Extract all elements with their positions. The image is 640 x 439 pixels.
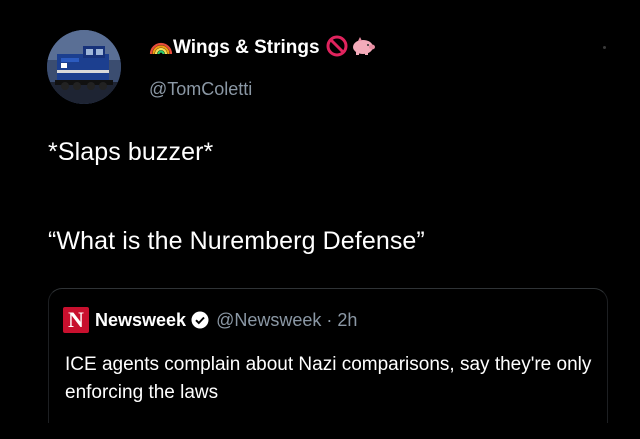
avatar[interactable] — [47, 30, 121, 104]
quoted-tweet-header: N Newsweek @Newsweek · 2h — [63, 307, 357, 333]
tweet-text-line-2: “What is the Nuremberg Defense” — [48, 227, 425, 255]
author-name-row[interactable]: Wings & Strings — [149, 34, 376, 62]
quoted-author-name[interactable]: Newsweek — [95, 310, 186, 331]
quoted-tweet-text: ICE agents complain about Nazi compariso… — [65, 354, 592, 403]
pig-icon — [350, 36, 376, 61]
verified-badge-icon — [191, 311, 209, 329]
newsweek-logo-icon: N — [63, 307, 89, 333]
author-handle[interactable]: @TomColetti — [149, 79, 252, 100]
rainbow-icon — [149, 36, 173, 61]
separator-dot: · — [326, 309, 333, 330]
tweet-text-line-1: *Slaps buzzer* — [48, 138, 214, 166]
tweet: Wings & Strings @TomColetti *Slaps buzze… — [0, 0, 640, 439]
display-name[interactable]: Wings & Strings — [173, 37, 320, 59]
no-entry-icon — [326, 35, 348, 62]
more-options-dot — [603, 46, 606, 49]
quoted-tweet-card[interactable]: N Newsweek @Newsweek · 2h ICE agents com… — [48, 288, 608, 423]
quoted-author-handle[interactable]: @Newsweek — [216, 310, 321, 331]
locomotive-avatar-image — [47, 30, 121, 104]
quoted-tweet-time[interactable]: 2h — [337, 310, 357, 331]
